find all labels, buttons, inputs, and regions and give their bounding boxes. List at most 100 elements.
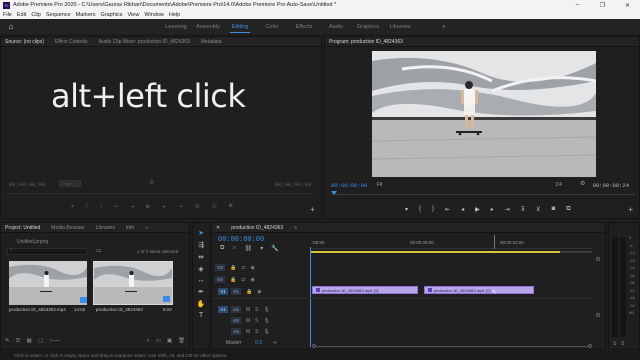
mic-icon[interactable]: 🎙	[264, 329, 270, 335]
track-target-v1[interactable]: V1	[231, 288, 241, 295]
lock-icon[interactable]: 🔒	[230, 265, 236, 271]
eye-icon[interactable]: ◉	[257, 289, 261, 295]
tab-libraries[interactable]: Libraries	[96, 225, 115, 231]
step-forward-icon[interactable]: ⇥	[178, 203, 183, 210]
overwrite-icon[interactable]: ⊟	[212, 203, 217, 210]
tab-project[interactable]: Project: Untitled	[5, 225, 40, 231]
workspace-tab-libraries[interactable]: Libraries	[384, 24, 416, 30]
tab-metadata[interactable]: Metadata	[201, 39, 222, 45]
work-area-bar[interactable]	[310, 251, 592, 253]
timeline-clip[interactable]: production ID_4824363.mp4 [V]	[424, 286, 534, 294]
project-item-selected[interactable]	[93, 261, 173, 305]
mute-button[interactable]: M	[246, 318, 250, 324]
find-icon[interactable]: ⌕	[147, 338, 150, 345]
mark-out-icon[interactable]: }	[432, 206, 434, 213]
timeline-ruler[interactable]: :00:00 00:00:05:00 00:00:10:00	[310, 235, 592, 249]
solo-button[interactable]: S	[255, 307, 258, 313]
razor-tool-icon[interactable]: ◈	[198, 265, 203, 273]
home-icon[interactable]: ⌂	[4, 20, 18, 34]
workspace-overflow-icon[interactable]: »	[442, 24, 445, 30]
project-panel-overflow-icon[interactable]: »	[145, 225, 148, 231]
tab-source[interactable]: Source: (no clips)	[5, 39, 44, 45]
program-add-button-icon[interactable]: +	[628, 205, 633, 214]
step-forward-icon[interactable]: ▸	[491, 206, 494, 213]
timeline-vertical-scrollbar[interactable]	[595, 253, 601, 345]
track-target-v3[interactable]: V3	[215, 264, 225, 271]
type-tool-icon[interactable]: T	[199, 312, 203, 319]
sync-lock-icon[interactable]: ⇄	[241, 277, 245, 283]
zoom-handle-right-icon[interactable]	[588, 344, 592, 348]
go-to-in-icon[interactable]: ⇤	[445, 206, 450, 213]
menu-view[interactable]: View	[128, 12, 140, 18]
step-forward-frame-icon[interactable]: ▸	[163, 203, 166, 210]
mic-icon[interactable]: 🎙	[264, 318, 270, 324]
workspace-tab-effects[interactable]: Effects	[288, 24, 320, 30]
program-scrub-bar[interactable]	[331, 194, 635, 195]
zoom-slider-icon[interactable]: ○──	[49, 338, 60, 344]
mute-button[interactable]: M	[246, 307, 250, 313]
add-marker-icon[interactable]: ▾	[405, 206, 408, 213]
new-bin-icon[interactable]: ▭	[96, 247, 102, 254]
linked-selection-icon[interactable]: ⛓	[245, 245, 253, 252]
master-volume[interactable]: 0.0	[255, 340, 262, 346]
source-patch-a1[interactable]: A1	[218, 306, 228, 313]
tab-effect-controls[interactable]: Effect Controls	[55, 39, 88, 45]
hand-tool-icon[interactable]: ✋	[197, 300, 206, 308]
menu-graphics[interactable]: Graphics	[101, 12, 123, 18]
ripple-edit-tool-icon[interactable]: ⇹	[198, 253, 204, 261]
scroll-handle-top-icon[interactable]	[596, 257, 600, 261]
wrench-icon[interactable]: 🔧	[271, 245, 278, 252]
source-page-dropdown[interactable]: Page 1	[59, 180, 81, 187]
timeline-close-icon[interactable]: ✕	[216, 225, 220, 231]
play-icon[interactable]: ▶	[475, 206, 480, 213]
go-to-end-icon[interactable]: ⇥	[272, 340, 276, 346]
new-bin-icon[interactable]: ▭	[156, 338, 161, 345]
export-frame-icon[interactable]: ◙	[552, 206, 556, 213]
mute-button[interactable]: M	[246, 329, 250, 335]
tab-audio-clip-mixer[interactable]: Audio Clip Mixer: production ID_4824363	[99, 39, 190, 45]
program-zoom-dropdown[interactable]: Fit	[377, 182, 383, 188]
workspace-tab-audio[interactable]: Audio	[320, 24, 352, 30]
mark-in-icon[interactable]: ▾	[71, 203, 74, 210]
timeline-clip[interactable]: production ID_4824363.mp4 [V]	[312, 286, 418, 294]
export-frame-icon[interactable]: ◙	[229, 203, 233, 210]
track-target-a3[interactable]: A3	[231, 328, 241, 335]
track-target-v2[interactable]: V2	[215, 276, 225, 283]
project-search-input[interactable]	[7, 248, 87, 255]
list-view-icon[interactable]: ☰	[16, 338, 21, 344]
mic-icon[interactable]: 🎙	[264, 307, 270, 313]
mark-out-icon[interactable]: {	[86, 203, 88, 210]
eye-icon[interactable]: ◉	[250, 265, 254, 271]
play-icon[interactable]: ▶	[146, 203, 151, 210]
meter-solo-left[interactable]: S	[613, 341, 616, 347]
step-back-icon[interactable]: ◂	[461, 206, 464, 213]
pen-tool-icon[interactable]: ✒	[198, 288, 204, 296]
eye-icon[interactable]: ◉	[250, 277, 254, 283]
source-add-button-icon[interactable]: +	[310, 205, 315, 214]
add-marker-icon[interactable]: ▾	[260, 245, 263, 252]
track-target-a1[interactable]: A1	[231, 306, 241, 313]
tab-sequence[interactable]: production ID_4824363	[231, 225, 283, 231]
step-back-icon[interactable]: ⇤	[114, 203, 119, 210]
step-back-frame-icon[interactable]: ◂	[131, 203, 134, 210]
project-item[interactable]	[9, 261, 89, 305]
icon-view-icon[interactable]: ▦	[27, 338, 32, 344]
source-scrub-bar[interactable]	[7, 193, 315, 194]
lift-icon[interactable]: ⊼	[521, 206, 525, 213]
workspace-tab-learning[interactable]: Learning	[160, 24, 192, 30]
menu-window[interactable]: Window	[144, 12, 164, 18]
sync-lock-icon[interactable]: ⇄	[241, 265, 245, 271]
pencil-icon[interactable]: ✎	[5, 338, 10, 344]
trash-icon[interactable]: 🗑	[178, 338, 185, 345]
playhead-line[interactable]	[310, 247, 311, 347]
solo-button[interactable]: S	[255, 329, 258, 335]
tab-media-browser[interactable]: Media Browser	[51, 225, 84, 231]
comparison-view-icon[interactable]: ⧉	[566, 206, 570, 213]
extract-icon[interactable]: ⊻	[536, 206, 540, 213]
mark-in-icon[interactable]: {	[419, 206, 421, 213]
menu-sequence[interactable]: Sequence	[46, 12, 71, 18]
tab-info[interactable]: Info	[126, 225, 134, 231]
solo-button[interactable]: S	[255, 318, 258, 324]
maximize-icon[interactable]: ❐	[590, 2, 615, 9]
program-timecode-current[interactable]: 00:00:00:00	[331, 182, 367, 189]
